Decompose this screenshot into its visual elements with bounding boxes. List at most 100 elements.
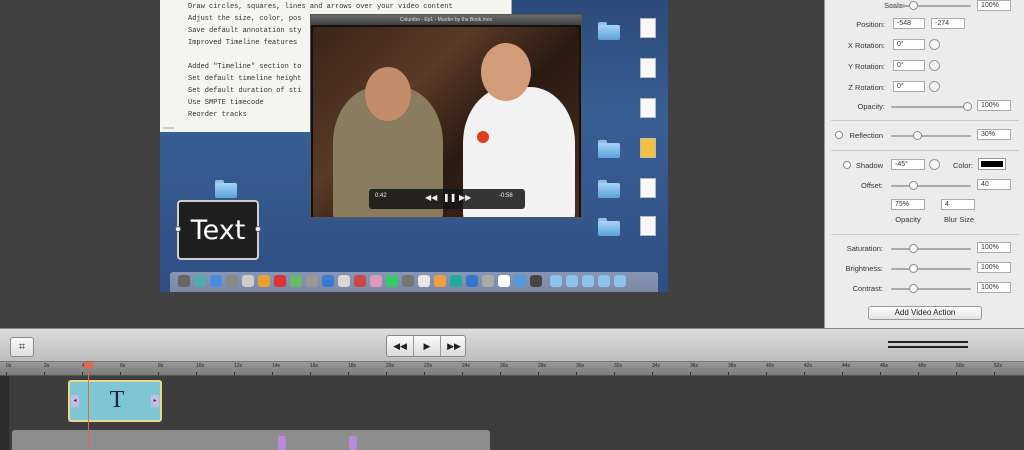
video-window-title: Columbo - Ep1 - Murder by the Book.mov: [311, 15, 581, 25]
position-x-field[interactable]: -548: [893, 18, 925, 29]
brightness-field[interactable]: 100%: [977, 262, 1011, 273]
doc-line: Improved Timeline features: [188, 39, 298, 47]
offset-slider[interactable]: [891, 185, 971, 187]
dock-app-icon: [402, 275, 414, 287]
y-rotation-dial[interactable]: [929, 60, 940, 71]
pause-icon[interactable]: ❚❚: [443, 193, 456, 202]
x-rotation-dial[interactable]: [929, 39, 940, 50]
shadow-angle-field[interactable]: -45°: [891, 159, 925, 170]
inspector-panel: Scale: 100% Position: -548 -274 X Rotati…: [824, 0, 1024, 328]
ruler-tick-label: 38s: [728, 363, 737, 369]
opacity-slider[interactable]: [891, 106, 971, 108]
text-clip-icon: T: [109, 387, 125, 413]
shadow-color-well[interactable]: [978, 158, 1006, 170]
position-y-field[interactable]: -274: [931, 18, 965, 29]
ruler-tick-label: 40s: [766, 363, 775, 369]
doc-footer: ▭▭▭: [163, 125, 175, 130]
ruler-tick-label: 50s: [956, 363, 965, 369]
fast-forward-button[interactable]: ▶▶: [441, 336, 467, 356]
doc-line: Draw circles, squares, lines and arrows …: [188, 3, 453, 11]
flower: [477, 131, 489, 143]
timeline-ruler[interactable]: 0s2s4s6s8s10s12s14s16s18s20s22s24s26s28s…: [0, 362, 1024, 376]
x-rotation-field[interactable]: 0°: [893, 39, 925, 50]
ruler-tick-label: 36s: [690, 363, 699, 369]
dock-app-icon: [514, 275, 526, 287]
video-player-window[interactable]: Columbo - Ep1 - Murder by the Book.mov 0…: [310, 14, 582, 218]
text-annotation[interactable]: Text: [175, 200, 261, 260]
clip-trim-handle-right[interactable]: ▸: [151, 395, 159, 407]
dock: [170, 272, 658, 292]
saturation-label: Saturation:: [846, 244, 883, 253]
resize-handle[interactable]: [175, 226, 181, 232]
saturation-slider-knob[interactable]: [909, 244, 918, 253]
dock-app-icon: [614, 275, 626, 287]
ruler-tick: [424, 372, 425, 375]
file-icon: [640, 18, 656, 38]
brightness-slider-knob[interactable]: [909, 264, 918, 273]
clip-trim-handle-left[interactable]: ◂: [71, 395, 79, 407]
reflection-slider-knob[interactable]: [913, 131, 922, 140]
ruler-tick: [804, 372, 805, 375]
blur-size-field[interactable]: 4: [941, 199, 975, 210]
shadow-opacity-caption: Opacity: [895, 215, 921, 224]
doc-line: Set default timeline height: [188, 75, 302, 83]
timeline[interactable]: 0s2s4s6s8s10s12s14s16s18s20s22s24s26s28s…: [0, 362, 1024, 450]
playhead[interactable]: [88, 362, 89, 450]
dock-app-icon: [322, 275, 334, 287]
resize-handle[interactable]: [255, 226, 261, 232]
player-controls[interactable]: 0:42 ◀◀ ❚❚ ▶▶ -0:58: [369, 189, 525, 209]
timeline-zoom-control[interactable]: [888, 341, 972, 351]
scale-field[interactable]: 100%: [977, 0, 1011, 11]
offset-slider-knob[interactable]: [909, 181, 918, 190]
divider: [831, 120, 1019, 121]
scale-slider-knob[interactable]: [909, 1, 918, 10]
doc-line: Use SMPTE timecode: [188, 99, 264, 107]
rewind-button[interactable]: ◀◀: [387, 336, 413, 356]
crop-button[interactable]: ⌗: [10, 337, 34, 357]
ruler-tick-label: 26s: [500, 363, 509, 369]
reflection-label: Reflection: [849, 131, 883, 140]
text-annotation-clip[interactable]: ◂ T ▸: [68, 380, 162, 422]
opacity-slider-knob[interactable]: [963, 102, 972, 111]
dock-app-icon: [258, 275, 270, 287]
folder-icon: [598, 218, 620, 236]
preview-canvas[interactable]: Draw circles, squares, lines and arrows …: [0, 0, 824, 328]
saturation-slider[interactable]: [891, 248, 971, 250]
play-button[interactable]: ▶: [414, 336, 440, 356]
ruler-tick: [728, 372, 729, 375]
contrast-slider-knob[interactable]: [909, 284, 918, 293]
toolbar: ⌗ ◀◀ ▶ ▶▶: [0, 328, 1024, 362]
shadow-opacity-field[interactable]: 75%: [891, 199, 925, 210]
opacity-field[interactable]: 100%: [977, 100, 1011, 111]
add-video-action-button[interactable]: Add Video Action: [868, 306, 982, 320]
shadow-label: Shadow: [855, 161, 883, 170]
person-head: [481, 43, 531, 101]
saturation-field[interactable]: 100%: [977, 242, 1011, 253]
offset-field[interactable]: 40: [977, 179, 1011, 190]
contrast-slider[interactable]: [891, 288, 971, 290]
file-icon: [640, 178, 656, 198]
reflection-field[interactable]: 30%: [977, 129, 1011, 140]
scale-slider[interactable]: [891, 5, 971, 7]
app-window: Draw circles, squares, lines and arrows …: [0, 0, 1024, 450]
video-clip[interactable]: [12, 430, 490, 450]
contrast-field[interactable]: 100%: [977, 282, 1011, 293]
y-rotation-field[interactable]: 0°: [893, 60, 925, 71]
z-rotation-field[interactable]: 0°: [893, 81, 925, 92]
rewind-icon[interactable]: ◀◀: [425, 193, 437, 202]
forward-icon[interactable]: ▶▶: [459, 193, 471, 202]
audio-marker[interactable]: [349, 436, 357, 450]
audio-marker[interactable]: [278, 436, 286, 450]
ruler-tick: [538, 372, 539, 375]
ruler-tick-label: 18s: [348, 363, 357, 369]
dock-app-icon: [550, 275, 562, 287]
zoom-bar: [888, 346, 968, 348]
transport-controls: ◀◀ ▶ ▶▶: [386, 335, 466, 357]
dock-app-icon: [434, 275, 446, 287]
z-rotation-dial[interactable]: [929, 81, 940, 92]
y-rotation-label: Y Rotation:: [848, 62, 885, 71]
playhead-handle[interactable]: [84, 362, 93, 368]
brightness-slider[interactable]: [891, 268, 971, 270]
reflection-slider[interactable]: [891, 135, 971, 137]
ruler-tick: [44, 372, 45, 375]
